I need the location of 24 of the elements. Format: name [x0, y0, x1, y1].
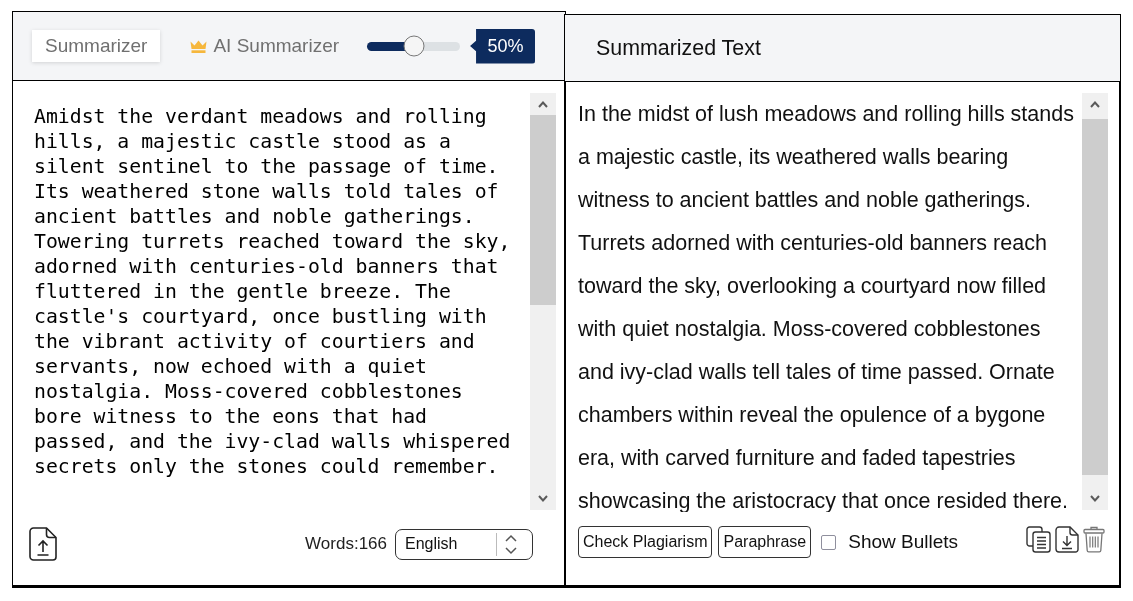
- tab[interactable]: Summarizer: [32, 30, 161, 62]
- summary-text: In the midst of lush meadows and rolling hills stands a majestic castle, its weathered walls bearing witness to ancient battles and noble gatherings. Turrets adorned with centuries-old banners reach toward the sky, overlooking a courtyard now filled with quiet nostalgia. Moss-covered cobblestones and ivy-clad walls tell tales of time passed. Ornate chambers within reveal the opulence of a bygone era, with carved furniture and faded tapestries showcasing the aristocracy that once resided there.: [578, 101, 1075, 512]
- chevron-up-icon[interactable]: [538, 101, 548, 108]
- slider-thumb[interactable]: [403, 35, 425, 57]
- checkbox-label[interactable]: Show Bullets: [848, 531, 959, 553]
- percentage-badge: 50%: [470, 28, 536, 64]
- copy-icon[interactable]: [1026, 526, 1051, 553]
- chevron-down-icon[interactable]: [538, 495, 548, 502]
- action-button[interactable]: Paraphrase: [718, 526, 812, 558]
- language-select[interactable]: English: [395, 528, 533, 560]
- scrollbar-thumb[interactable]: [530, 115, 556, 305]
- scrollbar[interactable]: [530, 93, 556, 510]
- up-down-chevron-icon: [505, 533, 517, 555]
- download-icon[interactable]: [1055, 526, 1079, 553]
- file-upload-icon[interactable]: [29, 527, 57, 561]
- action-button[interactable]: Check Plagiarism: [578, 526, 713, 558]
- tab[interactable]: AI Summarizer: [186, 30, 344, 62]
- chevron-up-icon[interactable]: [1090, 101, 1100, 108]
- trash-icon[interactable]: [1083, 526, 1105, 553]
- panel-title: Summarized Text: [596, 35, 761, 61]
- checkbox[interactable]: [821, 534, 837, 550]
- chevron-down-icon[interactable]: [1090, 495, 1100, 502]
- text-input-field[interactable]: Amidst the verdant meadows and rolling hills, a majestic castle stood as a silent sentinel to the passage of time. Its weathered stone walls told tales of ancient battles and noble gatherings. Towering turrets reached toward the sky, adorned with centuries-old banners that fluttered in the gentle breeze. The castle's courtyard, once bustling with the vibrant activity of courtiers and servants, now echoed with a quiet nostalgia. Moss-covered cobblestones bore witness to the eons that had passed, and the ivy-clad walls whispered secrets only the stones could remember.: [34, 93, 517, 510]
- word-count: Words:166: [305, 534, 387, 554]
